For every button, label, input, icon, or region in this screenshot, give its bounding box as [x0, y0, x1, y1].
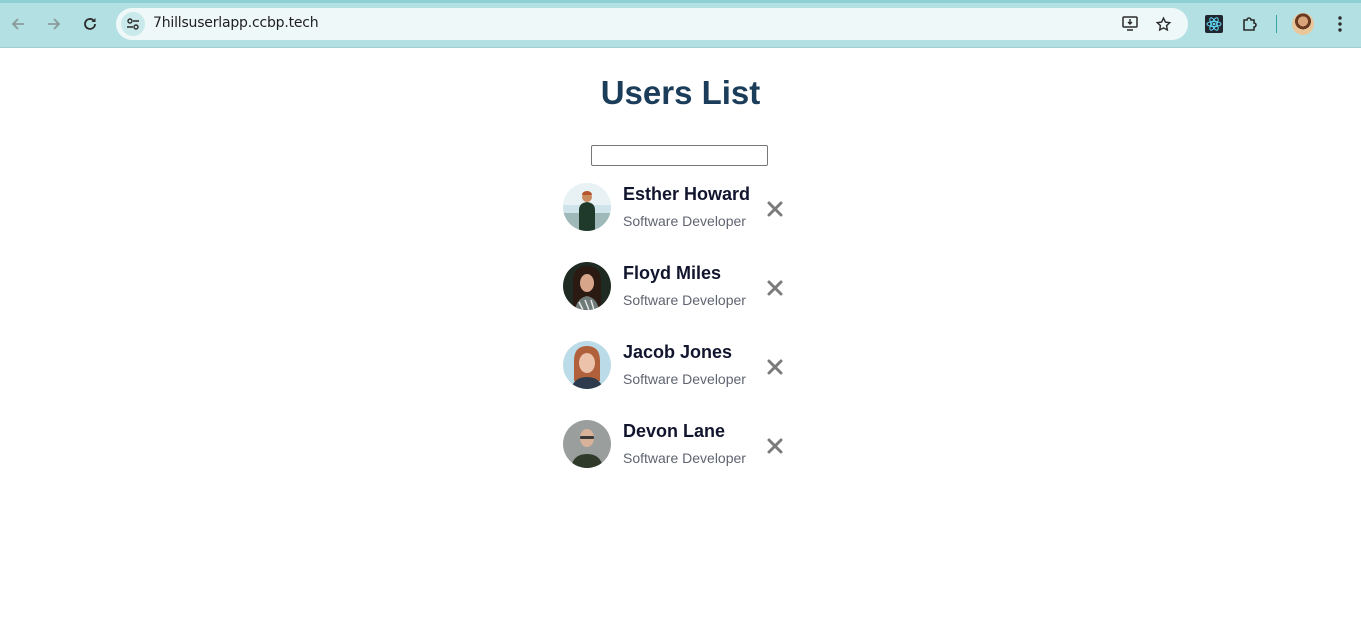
list-item: Devon Lane Software Developer — [563, 419, 793, 468]
install-app-icon — [1122, 16, 1138, 31]
delete-user-button[interactable] — [763, 197, 787, 221]
tune-icon — [127, 18, 139, 30]
avatar — [563, 420, 611, 468]
delete-user-button[interactable] — [763, 355, 787, 379]
search-input[interactable] — [591, 145, 768, 166]
reload-icon — [84, 18, 96, 30]
user-name: Jacob Jones — [623, 342, 733, 362]
react-icon — [1205, 15, 1223, 33]
avatar — [563, 262, 611, 310]
delete-user-button[interactable] — [763, 434, 787, 458]
users-list: Esther Howard Software Developer Floyd M… — [563, 182, 793, 498]
user-name: Devon Lane — [623, 421, 726, 441]
browser-menu-button[interactable] — [1328, 12, 1352, 36]
list-item: Jacob Jones Software Developer — [563, 340, 793, 389]
avatar — [563, 183, 611, 231]
install-app-button[interactable] — [1120, 13, 1142, 35]
site-info-button[interactable] — [121, 12, 145, 36]
profile-avatar[interactable] — [1292, 13, 1314, 35]
browser-toolbar: 7hillsuserlapp.ccbp.tech — [0, 0, 1361, 48]
kebab-menu-icon — [1338, 16, 1342, 32]
reload-button[interactable] — [76, 10, 104, 38]
puzzle-icon — [1243, 17, 1257, 31]
extensions-button[interactable] — [1238, 12, 1262, 36]
bookmark-button[interactable] — [1152, 13, 1174, 35]
back-button[interactable] — [4, 10, 32, 38]
user-role: Software Developer — [623, 371, 746, 387]
react-devtools-button[interactable] — [1202, 12, 1226, 36]
star-icon — [1155, 15, 1171, 31]
close-icon — [767, 280, 783, 296]
arrow-left-icon — [11, 18, 24, 30]
forward-button[interactable] — [40, 10, 68, 38]
close-icon — [767, 438, 783, 454]
url-text[interactable]: 7hillsuserlapp.ccbp.tech — [153, 15, 319, 31]
list-item: Esther Howard Software Developer — [563, 182, 793, 231]
delete-user-button[interactable] — [763, 276, 787, 300]
list-item: Floyd Miles Software Developer — [563, 261, 793, 310]
user-role: Software Developer — [623, 292, 746, 308]
user-name: Esther Howard — [623, 184, 751, 204]
close-icon — [767, 201, 783, 217]
close-icon — [767, 359, 783, 375]
page-title: Users List — [600, 74, 761, 111]
avatar — [563, 341, 611, 389]
user-role: Software Developer — [623, 450, 746, 466]
address-bar[interactable]: 7hillsuserlapp.ccbp.tech — [116, 8, 1188, 40]
user-name: Floyd Miles — [623, 263, 722, 283]
user-role: Software Developer — [623, 213, 746, 229]
toolbar-divider — [1276, 15, 1277, 33]
arrow-right-icon — [48, 18, 61, 30]
